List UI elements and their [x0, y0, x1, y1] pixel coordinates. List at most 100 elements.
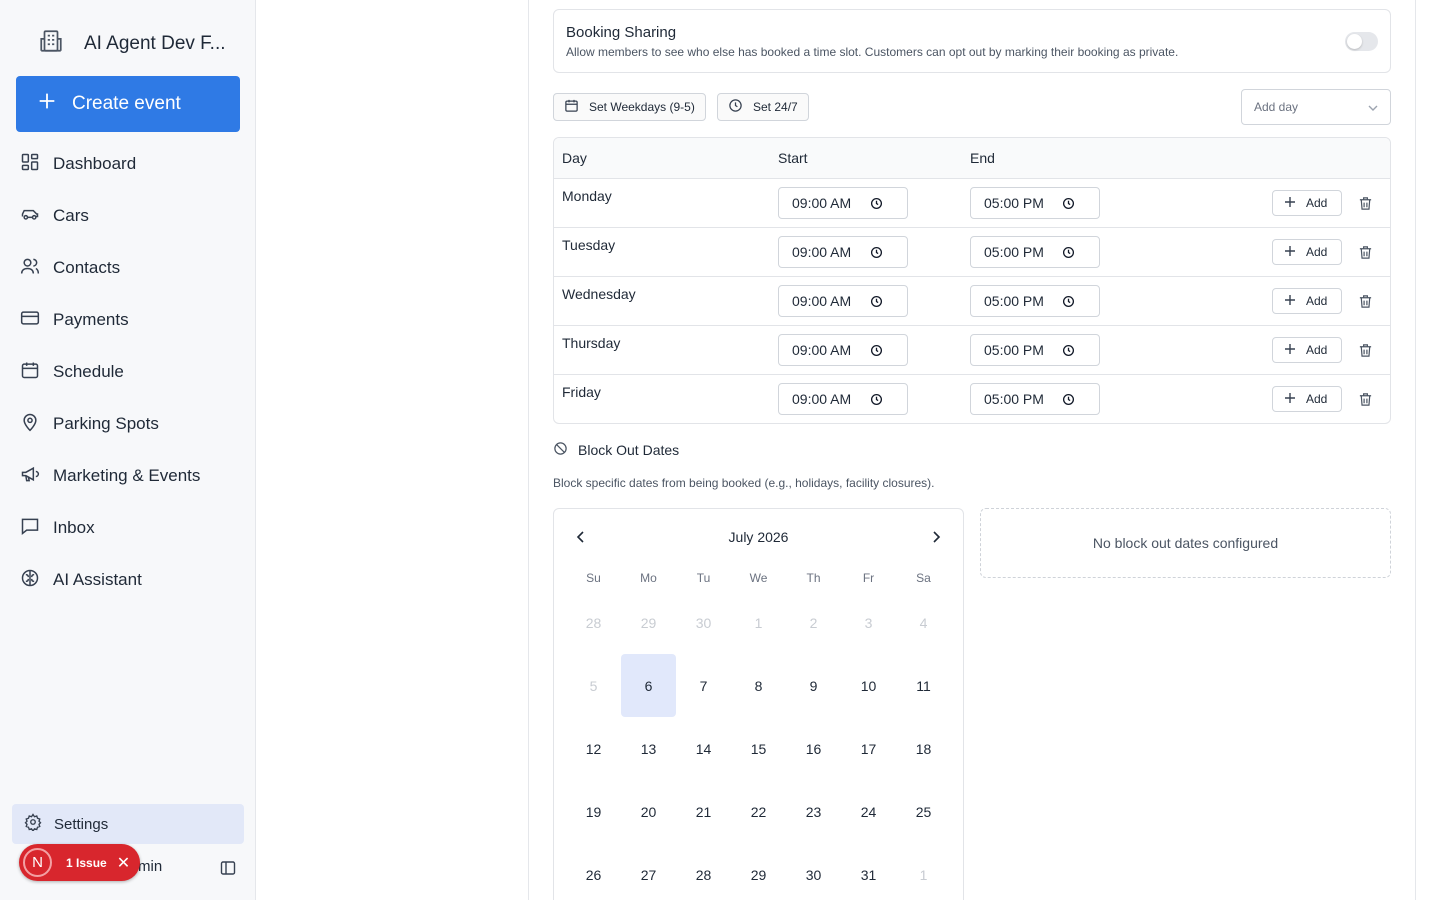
calendar-day[interactable]: 22 — [731, 780, 786, 843]
calendar-day[interactable]: 31 — [841, 843, 896, 900]
add-slot-button[interactable]: Add — [1272, 239, 1342, 265]
sidebar-nav: Dashboard Cars Contacts Payments Schedul… — [0, 138, 256, 606]
sidebar-item-schedule[interactable]: Schedule — [0, 346, 256, 398]
calendar-day[interactable]: 17 — [841, 717, 896, 780]
block-out-description: Block specific dates from being booked (… — [553, 476, 935, 490]
start-time-value: 09:00 AM — [792, 293, 852, 309]
add-slot-button[interactable]: Add — [1272, 337, 1342, 363]
calendar-day[interactable]: 11 — [896, 654, 951, 717]
chevron-right-icon[interactable] — [929, 530, 943, 544]
end-time-input[interactable]: 05:00 PM — [970, 334, 1100, 366]
calendar-day[interactable]: 5 — [566, 654, 621, 717]
sidebar-item-payments[interactable]: Payments — [0, 294, 256, 346]
calendar-day[interactable]: 9 — [786, 654, 841, 717]
calendar-day[interactable]: 26 — [566, 843, 621, 900]
message-icon — [20, 516, 40, 541]
calendar-day[interactable]: 7 — [676, 654, 731, 717]
calendar-day[interactable]: 12 — [566, 717, 621, 780]
calendar-day[interactable]: 23 — [786, 780, 841, 843]
add-slot-button[interactable]: Add — [1272, 288, 1342, 314]
plus-icon — [1284, 196, 1296, 211]
calendar-day[interactable]: 16 — [786, 717, 841, 780]
plus-icon — [1284, 343, 1296, 358]
booking-sharing-toggle[interactable] — [1345, 32, 1378, 51]
create-event-button[interactable]: Create event — [16, 76, 240, 132]
end-time-input[interactable]: 05:00 PM — [970, 236, 1100, 268]
start-time-input[interactable]: 09:00 AM — [778, 383, 908, 415]
trash-icon[interactable] — [1358, 392, 1373, 407]
start-time-value: 09:00 AM — [792, 244, 852, 260]
weekday-label: We — [749, 571, 768, 585]
trash-icon[interactable] — [1358, 196, 1373, 211]
calendar-day[interactable]: 21 — [676, 780, 731, 843]
calendar-day[interactable]: 4 — [896, 591, 951, 654]
sidebar-item-parking-spots[interactable]: Parking Spots — [0, 398, 256, 450]
calendar-day[interactable]: 2 — [786, 591, 841, 654]
calendar-day[interactable]: 15 — [731, 717, 786, 780]
trash-icon[interactable] — [1358, 343, 1373, 358]
end-time-input[interactable]: 05:00 PM — [970, 285, 1100, 317]
start-time-input[interactable]: 09:00 AM — [778, 236, 908, 268]
sidebar-item-inbox[interactable]: Inbox — [0, 502, 256, 554]
end-time-input[interactable]: 05:00 PM — [970, 187, 1100, 219]
calendar-day[interactable]: 20 — [621, 780, 676, 843]
sidebar-item-settings[interactable]: Settings — [12, 804, 244, 844]
calendar-day[interactable]: 13 — [621, 717, 676, 780]
calendar-day[interactable]: 10 — [841, 654, 896, 717]
calendar-day[interactable]: 14 — [676, 717, 731, 780]
sidebar-item-ai-assistant[interactable]: AI Assistant — [0, 554, 256, 606]
calendar-day[interactable]: 18 — [896, 717, 951, 780]
start-time-value: 09:00 AM — [792, 391, 852, 407]
end-time-value: 05:00 PM — [984, 244, 1044, 260]
end-time-input[interactable]: 05:00 PM — [970, 383, 1100, 415]
add-day-select[interactable]: Add day — [1241, 89, 1391, 125]
start-time-input[interactable]: 09:00 AM — [778, 334, 908, 366]
calendar-day[interactable]: 30 — [676, 591, 731, 654]
weekday-label: Mo — [640, 571, 657, 585]
hours-table: Day Start End Monday 09:00 AM 05:00 PM A… — [553, 137, 1391, 424]
calendar-day[interactable]: 24 — [841, 780, 896, 843]
sidebar-item-cars[interactable]: Cars — [0, 190, 256, 242]
add-slot-label: Add — [1306, 245, 1328, 259]
sidebar-item-label: Cars — [53, 206, 89, 225]
calendar-day[interactable]: 1 — [896, 843, 951, 900]
calendar-day[interactable]: 28 — [566, 591, 621, 654]
calendar-day[interactable]: 29 — [621, 591, 676, 654]
set-weekdays-label: Set Weekdays (9-5) — [589, 100, 695, 114]
sidebar-collapse-icon[interactable] — [220, 860, 236, 876]
set-24-7-button[interactable]: Set 24/7 — [717, 93, 809, 121]
calendar-day[interactable]: 1 — [731, 591, 786, 654]
calendar-day[interactable]: 27 — [621, 843, 676, 900]
sidebar-item-marketing-events[interactable]: Marketing & Events — [0, 450, 256, 502]
close-icon[interactable]: ✕ — [117, 853, 130, 873]
users-icon — [20, 256, 40, 281]
add-slot-button[interactable]: Add — [1272, 190, 1342, 216]
table-row: Monday 09:00 AM 05:00 PM Add — [554, 179, 1390, 228]
sidebar-item-contacts[interactable]: Contacts — [0, 242, 256, 294]
sidebar-item-label: Schedule — [53, 362, 124, 381]
trash-icon[interactable] — [1358, 294, 1373, 309]
add-slot-button[interactable]: Add — [1272, 386, 1342, 412]
ban-icon — [553, 441, 568, 459]
user-name: min — [138, 858, 163, 875]
start-time-input[interactable]: 09:00 AM — [778, 187, 908, 219]
calendar-day[interactable]: 28 — [676, 843, 731, 900]
calendar-day[interactable]: 30 — [786, 843, 841, 900]
calendar-day[interactable]: 8 — [731, 654, 786, 717]
issue-badge[interactable]: N 1 Issue ✕ — [19, 844, 140, 881]
calendar-day[interactable]: 19 — [566, 780, 621, 843]
calendar-day[interactable]: 29 — [731, 843, 786, 900]
org-switcher[interactable]: AI Agent Dev F... — [38, 28, 226, 59]
sidebar-item-dashboard[interactable]: Dashboard — [0, 138, 256, 190]
trash-icon[interactable] — [1358, 245, 1373, 260]
sidebar-item-label: Marketing & Events — [53, 466, 201, 485]
start-time-input[interactable]: 09:00 AM — [778, 285, 908, 317]
calendar-day[interactable]: 25 — [896, 780, 951, 843]
calendar-day[interactable]: 6 — [621, 654, 676, 717]
set-weekdays-button[interactable]: Set Weekdays (9-5) — [553, 93, 706, 121]
table-row: Wednesday 09:00 AM 05:00 PM Add — [554, 277, 1390, 326]
calendar-day[interactable]: 3 — [841, 591, 896, 654]
settings-label: Settings — [54, 815, 109, 833]
clock-icon — [728, 98, 743, 116]
table-row: Thursday 09:00 AM 05:00 PM Add — [554, 326, 1390, 375]
